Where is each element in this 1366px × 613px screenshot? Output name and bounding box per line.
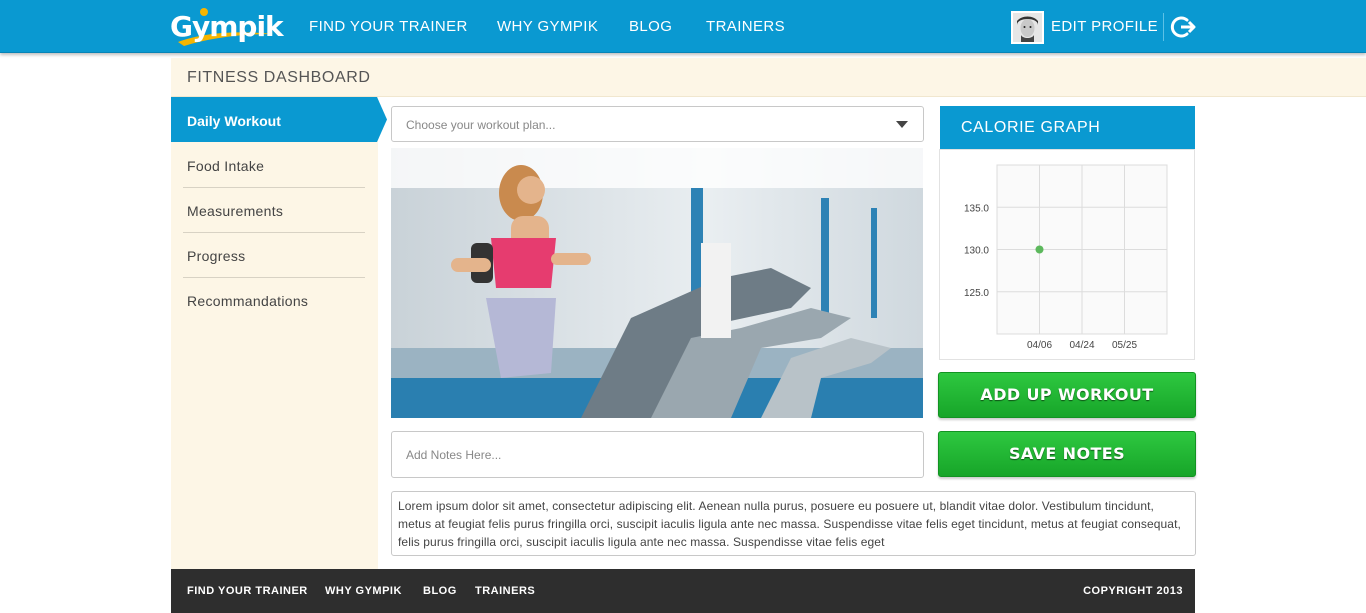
calorie-graph-header: CALORIE GRAPH xyxy=(940,106,1195,149)
sidebar-item-daily-workout[interactable]: Daily Workout xyxy=(171,97,387,142)
sidebar: Daily Workout Food Intake Measurements P… xyxy=(171,97,387,569)
chart-x-tick-label: 04/24 xyxy=(1069,340,1094,351)
page-header: FITNESS DASHBOARD xyxy=(171,58,1366,97)
footer: FIND YOUR TRAINER WHY GYMPIK BLOG TRAINE… xyxy=(171,569,1195,613)
select-placeholder: Choose your workout plan... xyxy=(406,118,556,132)
notes-textarea[interactable]: Lorem ipsum dolor sit amet, consectetur … xyxy=(391,491,1196,556)
sidebar-item-progress[interactable]: Progress xyxy=(183,233,365,278)
logo-text: Gympik xyxy=(170,10,284,43)
nav-blog[interactable]: BLOG xyxy=(629,0,672,53)
add-notes-input[interactable]: Add Notes Here... xyxy=(391,431,924,478)
nav-link[interactable]: BLOG xyxy=(629,18,672,35)
avatar[interactable] xyxy=(1011,11,1044,44)
nav-divider xyxy=(1163,13,1164,41)
footer-link-blog[interactable]: BLOG xyxy=(423,585,457,597)
gympik-logo[interactable]: Gympik xyxy=(170,4,284,48)
chart-y-tick-label: 135.0 xyxy=(964,203,989,214)
chevron-down-icon xyxy=(896,121,908,128)
chart-y-tick-label: 130.0 xyxy=(964,246,989,257)
sidebar-item-label: Daily Workout xyxy=(187,113,281,129)
sidebar-item-label: Progress xyxy=(187,248,246,264)
calorie-graph-panel: 135.0 130.0 125.0 04/06 04/24 05/25 xyxy=(939,149,1195,360)
nav-trainers[interactable]: TRAINERS xyxy=(706,0,785,53)
chart-x-tick-label: 04/06 xyxy=(1027,340,1052,351)
nav-link[interactable]: FIND YOUR TRAINER xyxy=(309,18,468,35)
footer-link-find-trainer[interactable]: FIND YOUR TRAINER xyxy=(187,585,308,597)
calorie-graph-title: CALORIE GRAPH xyxy=(961,119,1101,136)
logout-icon xyxy=(1170,16,1196,38)
nav-find-trainer[interactable]: FIND YOUR TRAINER xyxy=(309,0,468,53)
page-title: FITNESS DASHBOARD xyxy=(187,69,371,86)
chart-x-tick-label: 05/25 xyxy=(1112,340,1137,351)
footer-link-why-gympik[interactable]: WHY GYMPIK xyxy=(325,585,402,597)
copyright-text: COPYRIGHT 2013 xyxy=(1083,585,1183,597)
add-workout-button[interactable]: ADD UP WORKOUT xyxy=(938,372,1196,418)
sidebar-item-food-intake[interactable]: Food Intake xyxy=(183,143,365,188)
logout-button[interactable] xyxy=(1170,14,1196,40)
nav-link[interactable]: WHY GYMPIK xyxy=(497,18,598,35)
top-navbar: Gympik FIND YOUR TRAINER WHY GYMPIK BLOG… xyxy=(0,0,1366,53)
notes-placeholder: Add Notes Here... xyxy=(406,448,502,462)
nav-link[interactable]: TRAINERS xyxy=(706,18,785,35)
sidebar-item-measurements[interactable]: Measurements xyxy=(183,188,365,233)
sidebar-item-recommandations[interactable]: Recommandations xyxy=(183,278,365,323)
edit-profile-link[interactable]: EDIT PROFILE xyxy=(1051,0,1158,53)
workout-photo xyxy=(391,148,923,418)
nav-why-gympik[interactable]: WHY GYMPIK xyxy=(497,0,598,53)
footer-link-trainers[interactable]: TRAINERS xyxy=(475,585,535,597)
workout-plan-select[interactable]: Choose your workout plan... xyxy=(391,106,924,142)
user-avatar-icon xyxy=(1013,13,1042,42)
chart-data-point xyxy=(1035,245,1044,254)
sidebar-item-label: Recommandations xyxy=(187,293,309,309)
treadmill-runner-image xyxy=(391,148,923,418)
sidebar-item-label: Food Intake xyxy=(187,158,265,174)
save-notes-button[interactable]: SAVE NOTES xyxy=(938,431,1196,477)
chart-y-tick-label: 125.0 xyxy=(964,288,989,299)
sidebar-item-label: Measurements xyxy=(187,203,284,219)
calorie-chart: 135.0 130.0 125.0 04/06 04/24 05/25 xyxy=(964,164,1168,351)
